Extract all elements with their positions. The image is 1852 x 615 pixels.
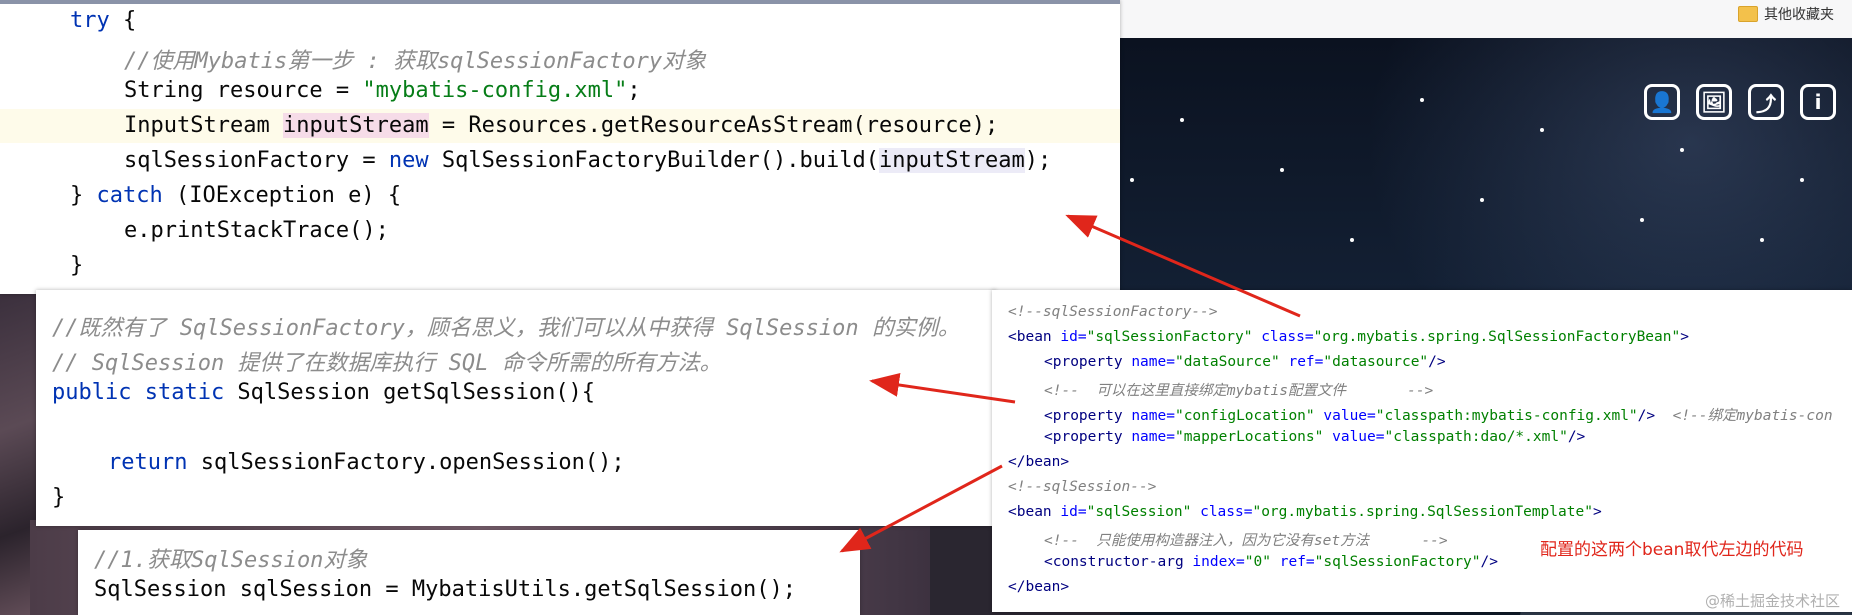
arrow-to-top-code — [1065, 214, 1301, 318]
arrow-to-bottom-code — [839, 464, 1003, 553]
arrow-to-middle-code — [869, 373, 1016, 404]
annotation-arrows — [839, 214, 1301, 553]
